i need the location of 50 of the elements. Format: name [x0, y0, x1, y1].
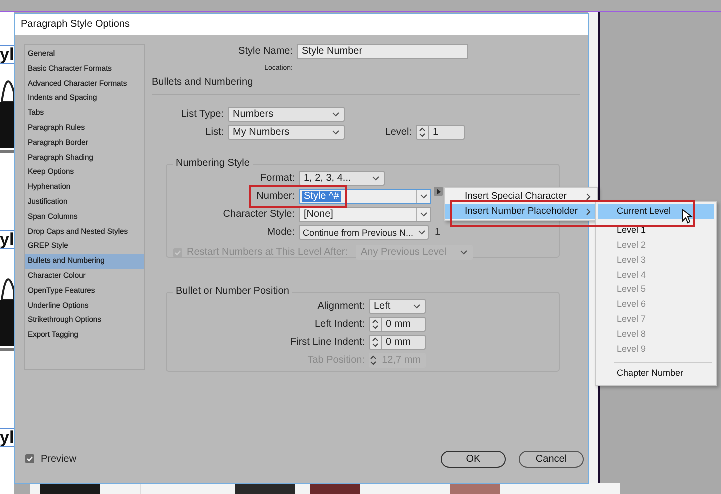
- field-label: Mode:: [266, 227, 296, 238]
- dialog-button[interactable]: OK: [441, 450, 506, 468]
- chevron-down-icon[interactable]: [413, 303, 421, 310]
- menu-arrow-button[interactable]: [434, 187, 443, 196]
- group-title: Bullet or Number Position: [173, 286, 292, 297]
- menu-item[interactable]: Insert Number Placeholder: [445, 204, 597, 219]
- number-field[interactable]: 1: [416, 125, 465, 140]
- number-field[interactable]: 0 mm: [369, 335, 426, 350]
- chevron-down-icon[interactable]: [372, 175, 380, 182]
- menu-item[interactable]: Insert Special Character: [445, 189, 597, 204]
- play-icon: [436, 188, 441, 194]
- mode-count: 1: [435, 227, 441, 238]
- group-title: Numbering Style: [173, 158, 253, 169]
- submenu-item[interactable]: Chapter Number: [596, 366, 716, 381]
- dialog-button[interactable]: Cancel: [519, 450, 584, 468]
- format-dropdown[interactable]: 1, 2, 3, 4...: [299, 171, 385, 186]
- chevron-down-icon[interactable]: [418, 229, 426, 236]
- chevron-down-icon[interactable]: [460, 249, 468, 256]
- chevron-down-icon[interactable]: [420, 193, 428, 200]
- dialog-title: Paragraph Style Options: [15, 14, 588, 35]
- field-label: Left Indent:: [314, 319, 366, 330]
- spinner-arrows-icon[interactable]: [372, 319, 379, 330]
- field-label: Level:: [384, 127, 413, 138]
- preview-label: Preview: [41, 454, 77, 464]
- chevron-down-icon[interactable]: [420, 211, 428, 218]
- number-field[interactable]: 0 mm: [369, 317, 426, 332]
- field-label: Number:: [256, 191, 296, 202]
- field-label: Style Name:: [238, 46, 294, 57]
- field-label: First Line Indent:: [290, 337, 366, 348]
- list-dropdown[interactable]: My Numbers: [228, 125, 345, 140]
- submenu-item[interactable]: Level 1: [596, 222, 716, 238]
- checkbox[interactable]: [25, 454, 35, 464]
- number-field[interactable]: Style ^#: [299, 189, 431, 204]
- section-title: Bullets and Numbering: [151, 77, 254, 90]
- chevron-down-icon[interactable]: [332, 111, 340, 118]
- mode-dropdown[interactable]: Continue from Previous N...: [299, 225, 429, 240]
- spinner-arrows-icon[interactable]: [372, 337, 379, 348]
- spinner-arrows-icon[interactable]: [419, 127, 426, 138]
- field-label: List:: [204, 127, 225, 138]
- character-style-field[interactable]: [None]: [299, 207, 431, 222]
- list-type-dropdown[interactable]: Numbers: [228, 107, 345, 122]
- field-label: Format:: [260, 173, 296, 184]
- chevron-down-icon[interactable]: [332, 129, 340, 136]
- alignment-dropdown[interactable]: Left: [369, 299, 426, 314]
- field-label: Character Style:: [222, 209, 296, 220]
- field-label: Alignment:: [316, 301, 366, 312]
- cursor-icon: [682, 209, 693, 224]
- submenu-item[interactable]: Current Level: [598, 204, 714, 219]
- field-label: List Type:: [180, 109, 225, 120]
- style-name-field[interactable]: Style Number: [297, 44, 468, 59]
